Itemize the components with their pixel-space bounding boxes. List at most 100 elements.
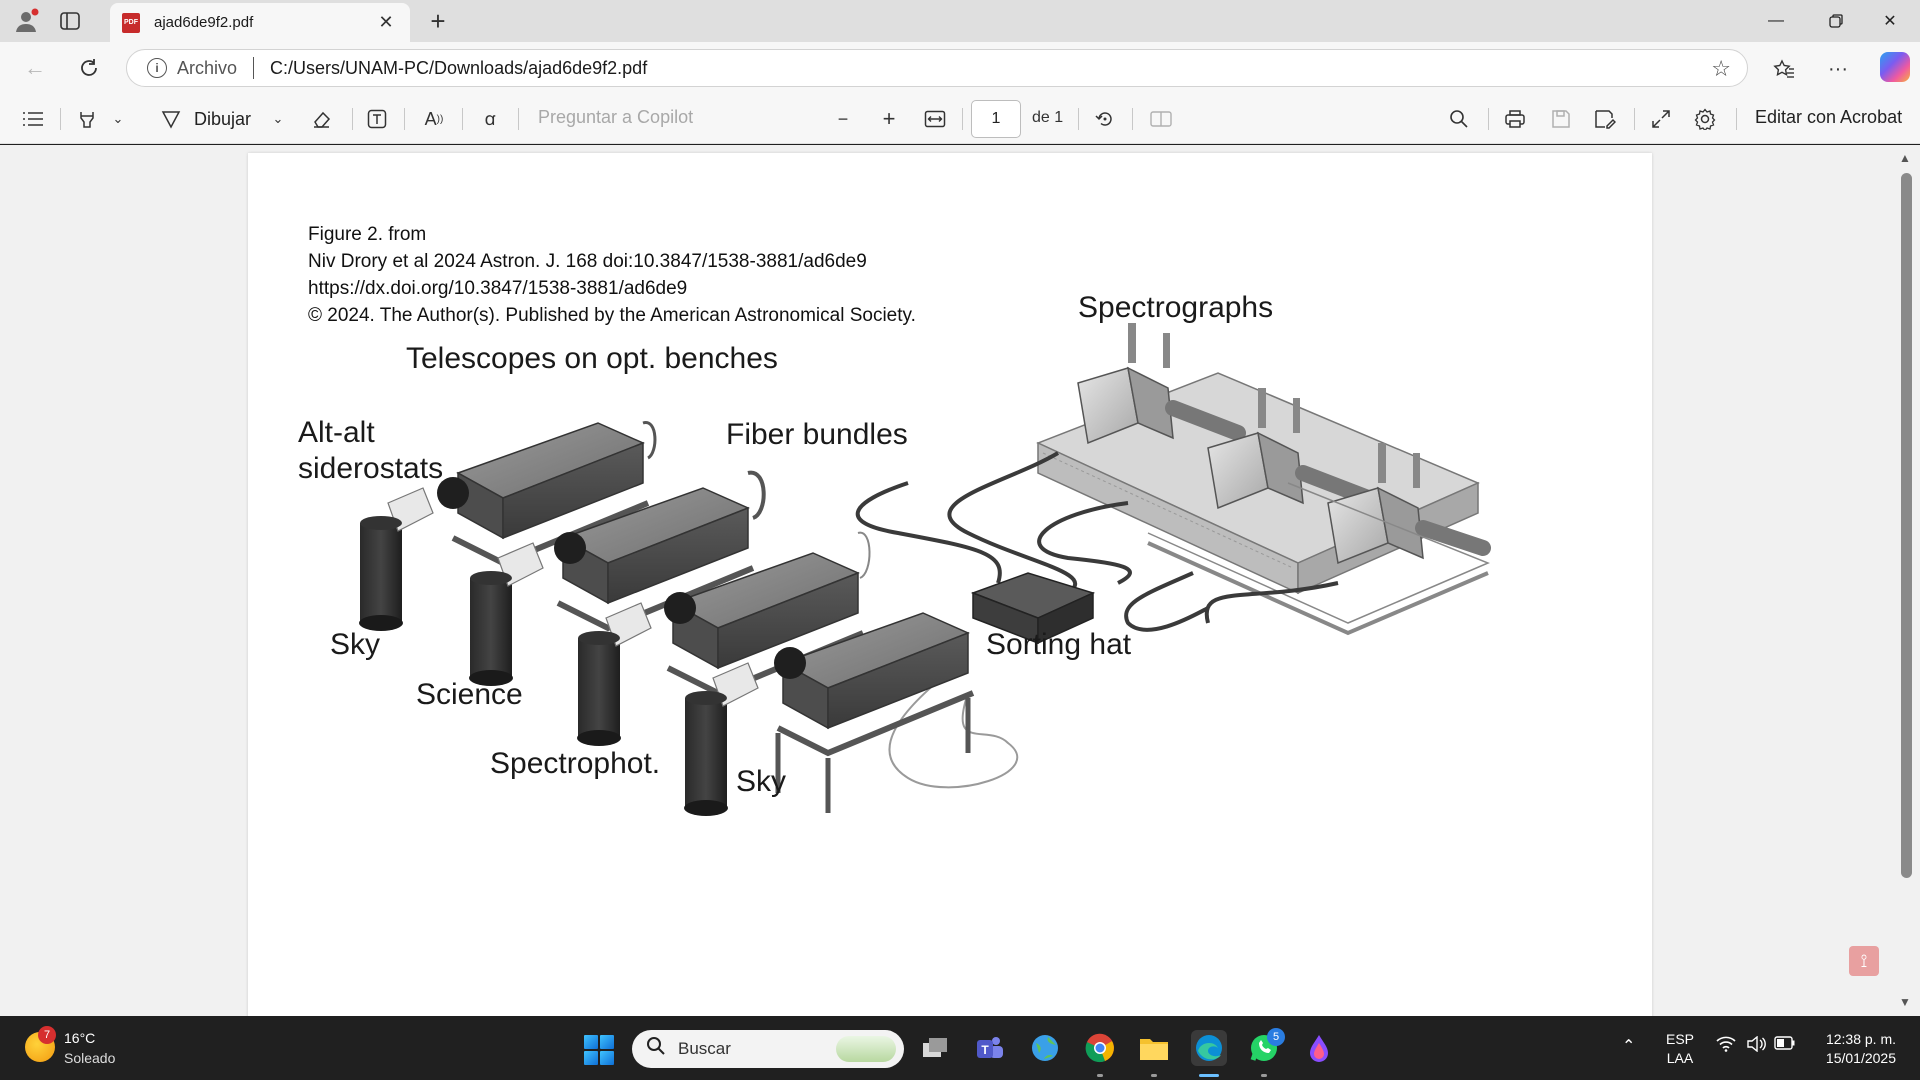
zoom-in-icon[interactable]: + xyxy=(874,104,904,134)
battery-icon[interactable] xyxy=(1774,1036,1796,1055)
language-code: ESP xyxy=(1666,1031,1695,1047)
chevron-down-icon[interactable]: ⌄ xyxy=(108,104,128,134)
fit-width-icon[interactable] xyxy=(920,104,950,134)
toolbar-divider xyxy=(1488,108,1489,130)
weather-temperature[interactable]: 16°C xyxy=(64,1030,95,1046)
site-label: Archivo xyxy=(177,57,238,78)
label-spectrographs: Spectrographs xyxy=(1078,291,1274,324)
show-hidden-icons-icon[interactable]: ⌃ xyxy=(1622,1036,1635,1056)
contents-icon[interactable] xyxy=(18,104,48,134)
rotate-icon[interactable] xyxy=(1090,104,1120,134)
text-box-icon[interactable] xyxy=(362,104,392,134)
translate-icon[interactable]: ꭤ xyxy=(474,104,506,134)
weather-condition[interactable]: Soleado xyxy=(64,1050,115,1066)
page-total: de 1 xyxy=(1032,109,1064,126)
search-highlight-image xyxy=(836,1036,896,1062)
clock-time: 12:38 p. m. xyxy=(1825,1031,1896,1047)
restore-icon[interactable] xyxy=(1806,0,1866,42)
pdf-page: Figure 2. from Niv Drory et al 2024 Astr… xyxy=(248,153,1652,1016)
edit-with-acrobat-button[interactable]: Editar con Acrobat xyxy=(1755,107,1902,128)
reload-icon[interactable] xyxy=(70,50,108,86)
address-bar: ← i Archivo C:/Users/UNAM-PC/Downloads/a… xyxy=(0,42,1920,94)
label-telescopes: Telescopes on opt. benches xyxy=(406,342,778,375)
scroll-thumb[interactable] xyxy=(1901,173,1912,878)
keyboard-layout: LAA xyxy=(1666,1050,1694,1066)
windows-start-icon[interactable] xyxy=(584,1035,614,1065)
toolbar-divider xyxy=(962,108,963,130)
favorites-icon[interactable] xyxy=(1766,52,1802,86)
volume-icon[interactable] xyxy=(1746,1035,1766,1057)
copilot-prompt[interactable]: Preguntar a Copilot xyxy=(538,107,693,128)
profile-icon[interactable] xyxy=(8,6,44,36)
save-icon[interactable] xyxy=(1546,104,1576,134)
label-siderostats-line2: siderostats xyxy=(298,452,444,485)
more-menu-icon[interactable]: ··· xyxy=(1820,52,1856,86)
chevron-down-icon[interactable]: ⌄ xyxy=(268,104,288,134)
edge-icon[interactable] xyxy=(1191,1030,1227,1066)
tab-active[interactable]: PDF ajad6de9f2.pdf ✕ xyxy=(110,3,410,42)
instrument-illustration xyxy=(359,323,1491,816)
label-spectrophot: Spectrophot. xyxy=(490,747,661,780)
search-icon xyxy=(646,1036,666,1062)
taskbar-search[interactable]: Buscar xyxy=(632,1030,904,1068)
globe-app-icon[interactable] xyxy=(1027,1030,1063,1066)
active-indicator xyxy=(1199,1074,1219,1077)
language-indicator[interactable]: ESP LAA xyxy=(1666,1030,1694,1068)
svg-text:T: T xyxy=(981,1043,989,1057)
draw-button[interactable]: Dibujar xyxy=(194,104,251,134)
toolbar-divider xyxy=(60,108,61,130)
save-as-icon[interactable] xyxy=(1590,104,1620,134)
new-tab-button[interactable]: + xyxy=(420,6,456,36)
close-window-icon[interactable]: ✕ xyxy=(1860,0,1920,42)
file-explorer-icon[interactable] xyxy=(1136,1030,1172,1066)
close-tab-icon[interactable]: ✕ xyxy=(374,12,398,33)
teams-icon[interactable]: T xyxy=(972,1030,1008,1066)
running-indicator xyxy=(1097,1074,1103,1077)
url-text: C:/Users/UNAM-PC/Downloads/ajad6de9f2.pd… xyxy=(270,57,648,78)
info-icon[interactable]: i xyxy=(147,58,167,78)
scroll-up-icon[interactable]: ▲ xyxy=(1899,151,1911,165)
favorite-star-icon[interactable]: ☆ xyxy=(1711,56,1731,82)
url-field[interactable]: i Archivo C:/Users/UNAM-PC/Downloads/aja… xyxy=(126,49,1748,87)
acrobat-icon[interactable]: ⟟ xyxy=(1849,946,1879,976)
page-number-input[interactable]: 1 xyxy=(971,100,1021,138)
toolbar-divider xyxy=(1736,108,1737,130)
highlight-icon[interactable] xyxy=(72,104,102,134)
back-icon[interactable]: ← xyxy=(16,50,54,86)
task-view-icon[interactable] xyxy=(918,1030,954,1066)
running-indicator xyxy=(1261,1074,1267,1077)
minimize-icon[interactable]: — xyxy=(1746,0,1806,42)
running-indicator xyxy=(1151,1074,1157,1077)
page-view-icon[interactable] xyxy=(1146,104,1176,134)
search-icon[interactable] xyxy=(1444,104,1474,134)
toolbar-divider xyxy=(1078,108,1079,130)
zoom-out-icon[interactable]: − xyxy=(828,104,858,134)
draw-icon[interactable] xyxy=(156,104,186,134)
chrome-icon[interactable] xyxy=(1082,1030,1118,1066)
settings-gear-icon[interactable] xyxy=(1690,104,1720,134)
pdf-icon: PDF xyxy=(122,12,140,33)
spectrograph-rack xyxy=(1036,323,1491,636)
eraser-icon[interactable] xyxy=(306,104,336,134)
label-science: Science xyxy=(416,678,523,711)
print-icon[interactable] xyxy=(1500,104,1530,134)
label-sorting-hat: Sorting hat xyxy=(986,628,1132,661)
label-fiber-bundles: Fiber bundles xyxy=(726,418,908,451)
clock-date: 15/01/2025 xyxy=(1825,1050,1896,1066)
title-bar: PDF ajad6de9f2.pdf ✕ + — ✕ xyxy=(0,0,1920,42)
fullscreen-icon[interactable] xyxy=(1646,104,1676,134)
copilot-icon[interactable] xyxy=(1880,52,1910,82)
toolbar-divider xyxy=(1132,108,1133,130)
read-aloud-icon[interactable]: A)) xyxy=(418,104,450,134)
system-clock[interactable]: 12:38 p. m. 15/01/2025 xyxy=(1812,1030,1896,1068)
scroll-down-icon[interactable]: ▼ xyxy=(1899,995,1911,1009)
search-placeholder: Buscar xyxy=(678,1039,731,1058)
paint-drop-icon[interactable] xyxy=(1301,1030,1337,1066)
toolbar-divider xyxy=(462,108,463,130)
pdf-toolbar: ⌄ Dibujar ⌄ A)) ꭤ Preguntar a Copilot − … xyxy=(0,94,1920,144)
tab-actions-icon[interactable] xyxy=(52,6,88,36)
taskbar: 7 16°C Soleado Buscar T 5 ⌃ ESP LAA 12:3… xyxy=(0,1016,1920,1080)
toolbar-divider xyxy=(404,108,405,130)
pdf-viewer: Figure 2. from Niv Drory et al 2024 Astr… xyxy=(0,145,1920,1016)
wifi-icon[interactable] xyxy=(1716,1036,1736,1057)
